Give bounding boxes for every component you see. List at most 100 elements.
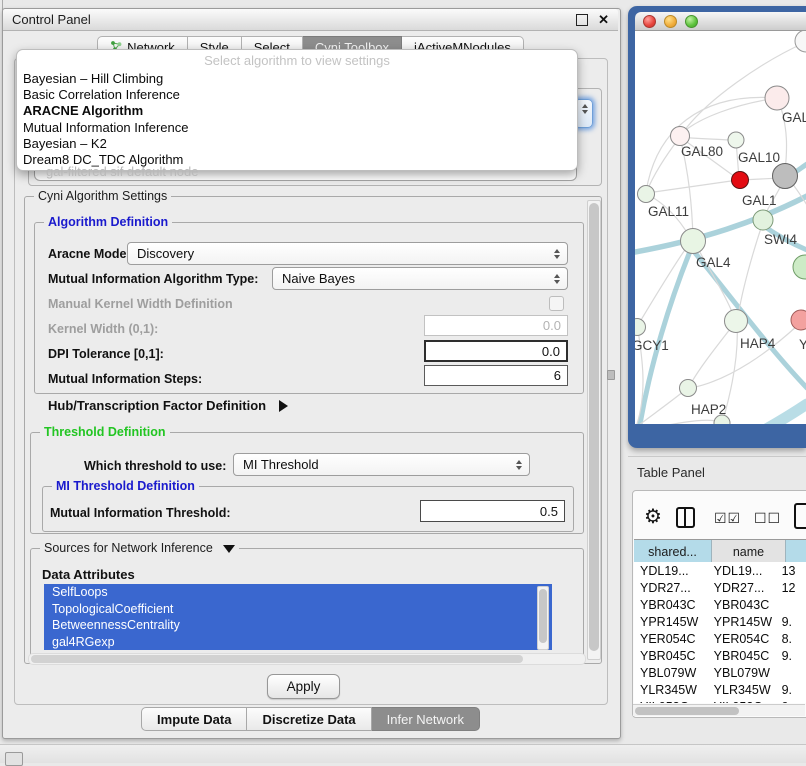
network-source-combo-value: gal-filtered sif default node: [46, 164, 198, 179]
table-cell: YBR043C: [634, 598, 708, 612]
table-row[interactable]: YLR345WYLR345W9.: [634, 681, 806, 698]
zoom-traffic-light[interactable]: [685, 15, 698, 28]
table-row[interactable]: YDR27...YDR27...12: [634, 579, 806, 596]
table-column-header[interactable]: shared...: [634, 540, 712, 563]
which-threshold-label: Which threshold to use:: [84, 459, 226, 473]
table-cell: YPR145W: [634, 615, 708, 629]
mi-algorithm-type-select[interactable]: Naive Bayes: [272, 267, 568, 290]
settings-vertical-scrollbar[interactable]: [587, 200, 601, 660]
table-column-header[interactable]: name: [712, 540, 786, 563]
node-gray[interactable]: [773, 164, 798, 189]
data-attributes-list: SelfLoopsTopologicalCoefficientBetweenne…: [44, 584, 552, 650]
table-row[interactable]: YER054CYER054C8.: [634, 630, 806, 647]
table-horizontal-scrollbar[interactable]: [633, 704, 805, 716]
aracne-mode-select[interactable]: Discovery: [127, 242, 568, 265]
hub-definition-label: Hub/Transcription Factor Definition: [48, 398, 266, 413]
minimize-traffic-light[interactable]: [664, 15, 677, 28]
network-edge[interactable]: [635, 420, 717, 424]
node-HAP2[interactable]: [680, 380, 697, 397]
bottom-tab-infer-network[interactable]: Infer Network: [372, 707, 480, 731]
deselect-all-checkboxes-icon[interactable]: ☐☐: [754, 510, 781, 527]
network-edge[interactable]: [759, 404, 806, 424]
network-window-titlebar: [635, 12, 806, 31]
table-cell: YIL052C: [708, 700, 778, 704]
data-attribute-item[interactable]: gal4RGexp: [44, 634, 552, 651]
algorithm-option[interactable]: Basic Correlation Inference: [17, 87, 577, 103]
manual-kernel-checkbox[interactable]: [549, 296, 564, 311]
node-GAL11[interactable]: [638, 186, 655, 203]
dpi-tolerance-label: DPI Tolerance [0,1]:: [48, 347, 164, 361]
node-green-right[interactable]: [793, 255, 806, 279]
table-cell: YBR045C: [708, 649, 778, 663]
data-attribute-item[interactable]: BetweennessCentrality: [44, 617, 552, 634]
cyni-settings-legend: Cyni Algorithm Settings: [34, 189, 171, 203]
hub-definition-expander[interactable]: Hub/Transcription Factor Definition: [48, 397, 288, 415]
node-salmon[interactable]: [791, 310, 806, 330]
cp-bottom-tabs: Impute DataDiscretize DataInfer Network: [2, 707, 619, 731]
apply-button[interactable]: Apply: [267, 674, 340, 699]
algorithm-option[interactable]: Mutual Information Inference: [17, 120, 577, 136]
node-label: HAP4: [740, 336, 776, 351]
table-cell: YER054C: [708, 632, 778, 646]
threshold-definition-legend: Threshold Definition: [40, 425, 170, 439]
node-GAL80[interactable]: [671, 127, 690, 146]
float-window-icon[interactable]: [576, 14, 588, 26]
data-attributes-label: Data Attributes: [42, 567, 135, 582]
table-cell: YBL079W: [634, 666, 708, 680]
node-label: Y: [799, 337, 806, 352]
gear-icon[interactable]: ⚙: [644, 504, 662, 529]
algorithm-dropdown-items: Bayesian – Hill ClimbingBasic Correlatio…: [17, 71, 577, 168]
sources-legend-collapse[interactable]: Sources for Network Inference: [40, 541, 239, 555]
table-cell: YDR27...: [634, 581, 708, 595]
bottom-tab-impute-data[interactable]: Impute Data: [141, 707, 247, 731]
table-cell: 9.: [778, 615, 806, 629]
table-row[interactable]: YBR045CYBR045C9.: [634, 647, 806, 664]
algorithm-option[interactable]: Bayesian – Hill Climbing: [17, 71, 577, 87]
table-cell: 9.: [778, 649, 806, 663]
kernel-width-input[interactable]: 0.0: [424, 315, 568, 336]
network-edge[interactable]: [681, 98, 777, 134]
attributes-list-scrollbar[interactable]: [537, 586, 549, 650]
network-edge[interactable]: [638, 247, 687, 325]
select-all-checkboxes-icon[interactable]: ☑☑: [714, 510, 741, 527]
node-HAP4[interactable]: [725, 310, 748, 333]
data-attribute-item[interactable]: TopologicalCoefficient: [44, 601, 552, 618]
algorithm-option[interactable]: Bayesian – K2: [17, 136, 577, 152]
mi-steps-input[interactable]: 6: [424, 365, 568, 386]
table-column-header[interactable]: [786, 540, 806, 563]
dpi-tolerance-input[interactable]: 0.0: [424, 340, 568, 362]
algorithm-option[interactable]: ARACNE Algorithm: [17, 103, 577, 119]
node-selected-red[interactable]: [732, 172, 749, 189]
bottom-tab-discretize-data[interactable]: Discretize Data: [247, 707, 371, 731]
data-attribute-item[interactable]: SelfLoops: [44, 584, 552, 601]
node-gal-partial[interactable]: [765, 86, 789, 110]
table-cell: YIL052C: [634, 700, 708, 704]
table-row[interactable]: YBR043CYBR043C: [634, 596, 806, 613]
table-cell: 12: [778, 581, 806, 595]
network-edge[interactable]: [738, 222, 763, 316]
close-traffic-light[interactable]: [643, 15, 656, 28]
panel-splitter-handle[interactable]: [607, 370, 615, 380]
minimized-panel-icon[interactable]: [5, 752, 23, 766]
which-threshold-select[interactable]: MI Threshold: [233, 453, 530, 476]
document-icon[interactable]: [794, 503, 806, 529]
split-columns-icon[interactable]: [676, 507, 695, 528]
table-row[interactable]: YIL052CYIL052C9: [634, 698, 806, 703]
node-partial-top[interactable]: [795, 31, 806, 52]
table-row[interactable]: YDL19...YDL19...13: [634, 562, 806, 579]
node-SWI4[interactable]: [753, 210, 773, 230]
node-GAL4[interactable]: [681, 229, 706, 254]
table-cell: 8.: [778, 632, 806, 646]
mi-threshold-legend: MI Threshold Definition: [52, 479, 199, 493]
close-icon[interactable]: ✕: [598, 15, 609, 25]
settings-horizontal-scrollbar[interactable]: [28, 653, 586, 665]
network-canvas[interactable]: GALGAL80GAL10GAL1GAL11SWI4GAL4GCY1HAP4YH…: [635, 31, 806, 424]
node-GAL10[interactable]: [728, 132, 744, 148]
table-panel-title: Table Panel: [637, 465, 705, 480]
mi-threshold-input[interactable]: 0.5: [420, 500, 565, 522]
panel-title: Control Panel: [12, 12, 576, 27]
node-label: GAL: [782, 110, 806, 125]
table-row[interactable]: YPR145WYPR145W9.: [634, 613, 806, 630]
table-row[interactable]: YBL079WYBL079W: [634, 664, 806, 681]
node-GCY1[interactable]: [635, 319, 646, 336]
